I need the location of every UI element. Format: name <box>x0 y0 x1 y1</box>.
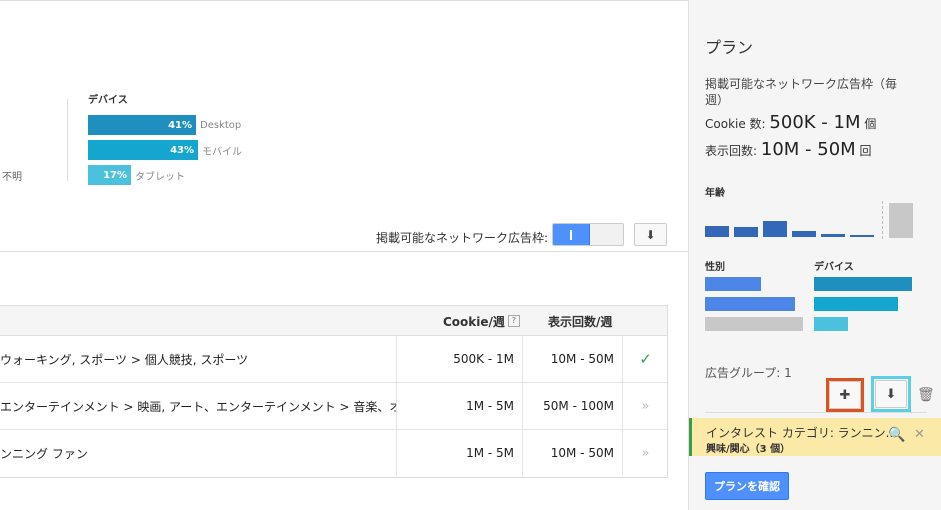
age-bar <box>850 235 874 237</box>
age-bar <box>705 226 729 237</box>
device-bar: 43% <box>88 140 198 160</box>
download-icon: ⬇ <box>645 227 656 242</box>
gender-bar-unknown <box>705 317 803 331</box>
keyword-table: Cookie/週 ? 表示回数/週 ウォーキング, スポーツ > 個人競技, ス… <box>0 305 668 478</box>
device-name: タブレット <box>135 171 185 183</box>
row-impressions: 10M - 50M <box>523 430 623 476</box>
divider <box>67 99 68 181</box>
plus-icon: ✚ <box>829 381 861 409</box>
device-title: デバイス <box>814 262 854 273</box>
inventory-toggle[interactable] <box>552 223 624 246</box>
device-name: Desktop <box>200 119 242 131</box>
device-bar-tablet <box>814 317 848 331</box>
trash-icon[interactable]: 🗑 <box>917 387 935 403</box>
impressions-stat-unit: 回 <box>859 144 872 158</box>
header-impressions: 表示回数/週 <box>548 314 613 329</box>
search-icon[interactable]: 🔍 <box>888 427 905 443</box>
ad-group-item[interactable]: インタレスト カテゴリ: ランニン... 興味/関心（3 個） 🔍 ✕ <box>689 418 941 456</box>
ad-group-count: 広告グループ: 1 <box>705 366 792 380</box>
cookie-stat: Cookie 数: 500K - 1M 個 <box>705 112 876 133</box>
inventory-toggle-label: 掲載可能なネットワーク広告枠: <box>376 231 549 245</box>
age-bar <box>734 227 758 237</box>
row-cookie: 1M - 5M <box>397 430 523 476</box>
device-row-mobile: 43% モバイル <box>88 140 242 160</box>
row-cookie: 1M - 5M <box>397 383 523 429</box>
help-icon[interactable]: ? <box>507 315 520 327</box>
gender-title: 性別 <box>705 262 725 273</box>
table-header: Cookie/週 ? 表示回数/週 <box>0 306 667 336</box>
toggle-on-state <box>553 224 590 245</box>
plan-title: プラン <box>705 38 754 57</box>
download-plan-button[interactable]: ⬇ <box>871 376 911 412</box>
age-divider <box>882 201 883 239</box>
row-impressions: 50M - 100M <box>523 383 623 429</box>
table-row: ンニング ファン 1M - 5M 10M - 50M » <box>0 430 667 477</box>
gender-bar-male <box>705 277 761 291</box>
unknown-label: 不明 <box>2 172 22 183</box>
row-action[interactable]: » <box>623 430 668 476</box>
inventory-label: 掲載可能なネットワーク広告枠（毎週） <box>705 77 898 107</box>
add-chevron-icon: » <box>641 445 650 461</box>
device-section-title: デバイス <box>88 95 128 106</box>
row-name: ンニング ファン <box>0 430 397 476</box>
row-name: エンターテインメント > 映画, アート、エンターテインメント > 音楽、オ..… <box>0 383 397 429</box>
device-name: モバイル <box>202 146 242 158</box>
table-row: エンターテインメント > 映画, アート、エンターテインメント > 音楽、オ..… <box>0 383 667 430</box>
check-icon: ✓ <box>639 350 652 368</box>
row-name: ウォーキング, スポーツ > 個人競技, スポーツ <box>0 336 397 382</box>
age-unknown-bar <box>889 203 913 238</box>
device-bar-mobile <box>814 297 898 311</box>
download-button[interactable]: ⬇ <box>634 223 667 246</box>
age-bar <box>792 231 816 237</box>
age-bar <box>763 221 787 237</box>
row-action[interactable]: ✓ <box>623 336 668 382</box>
impressions-stat-value: 10M - 50M <box>760 139 856 160</box>
row-impressions: 10M - 50M <box>523 336 623 382</box>
device-row-tablet: 17% タブレット <box>88 165 185 185</box>
cookie-stat-value: 500K - 1M <box>769 112 861 133</box>
cookie-stat-label: Cookie 数: <box>705 117 766 131</box>
section-divider <box>0 251 688 252</box>
ad-group-item-subtitle: 興味/関心（3 個） <box>706 444 791 455</box>
age-title: 年齢 <box>705 188 725 199</box>
cookie-stat-unit: 個 <box>864 117 877 131</box>
table-row: ウォーキング, スポーツ > 個人競技, スポーツ 500K - 1M 10M … <box>0 336 667 383</box>
device-bar-desktop <box>814 277 912 291</box>
confirm-plan-button[interactable]: プランを確認 <box>705 472 789 500</box>
row-action[interactable]: » <box>623 383 668 429</box>
plan-sidebar: プラン 掲載可能なネットワーク広告枠（毎週） Cookie 数: 500K - … <box>688 0 941 510</box>
impressions-stat-label: 表示回数: <box>705 144 758 158</box>
divider <box>705 412 927 413</box>
download-icon: ⬇ <box>875 380 907 408</box>
gender-bar-female <box>705 297 795 311</box>
add-chevron-icon: » <box>641 398 650 414</box>
add-ad-group-button[interactable]: ✚ <box>826 378 864 412</box>
age-bar <box>821 234 845 237</box>
header-cookie: Cookie/週 ? <box>443 306 520 336</box>
device-bar: 17% <box>88 165 131 185</box>
row-cookie: 500K - 1M <box>397 336 523 382</box>
main-panel: 不明 デバイス 41% Desktop 43% モバイル 17% タブレット 掲… <box>0 0 688 510</box>
device-bar: 41% <box>88 115 196 135</box>
header-cookie-label: Cookie/週 <box>443 314 505 329</box>
impressions-stat: 表示回数: 10M - 50M 回 <box>705 139 872 160</box>
close-icon[interactable]: ✕ <box>914 427 925 442</box>
ad-group-item-title: インタレスト カテゴリ: ランニン... <box>706 426 898 440</box>
device-row-desktop: 41% Desktop <box>88 115 241 135</box>
